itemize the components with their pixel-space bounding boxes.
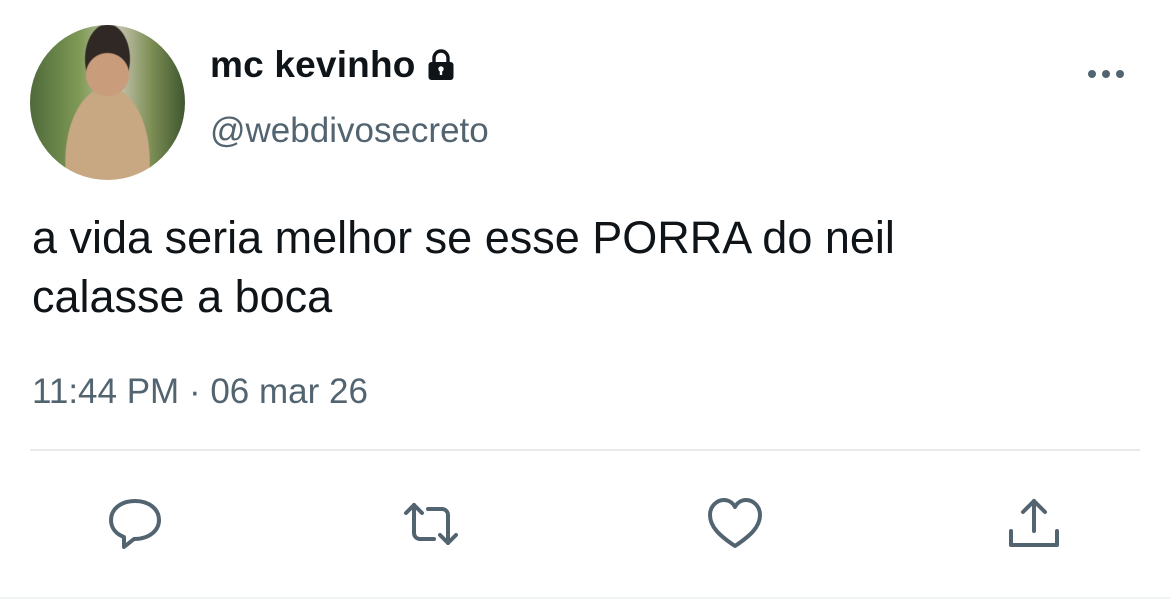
retweet-button[interactable] [402, 495, 460, 553]
author-name[interactable]: mc kevinho [210, 44, 416, 86]
reply-icon [109, 499, 161, 549]
share-button[interactable] [1005, 495, 1063, 553]
tweet-text-line: a vida seria melhor se esse PORRA do nei… [32, 212, 895, 263]
bottom-divider [0, 597, 1170, 599]
like-button[interactable] [706, 495, 764, 553]
retweet-icon [404, 503, 458, 545]
tweet-date[interactable]: 06 mar 26 [210, 372, 368, 411]
meta-separator: · [188, 372, 201, 411]
author-handle[interactable]: @webdivosecreto [210, 111, 489, 151]
tweet-meta: 11:44 PM · 06 mar 26 [32, 372, 368, 412]
lock-icon [424, 48, 458, 82]
tweet-text-line: calasse a boca [32, 271, 333, 322]
share-icon [1009, 499, 1059, 547]
author-name-row: mc kevinho [210, 42, 458, 88]
divider [30, 449, 1140, 451]
more-icon[interactable] [1086, 66, 1126, 82]
tweet-time[interactable]: 11:44 PM [32, 372, 179, 411]
heart-icon [708, 498, 762, 548]
tweet-text: a vida seria melhor se esse PORRA do nei… [32, 208, 1132, 326]
reply-button[interactable] [106, 495, 164, 553]
avatar[interactable] [30, 25, 185, 180]
